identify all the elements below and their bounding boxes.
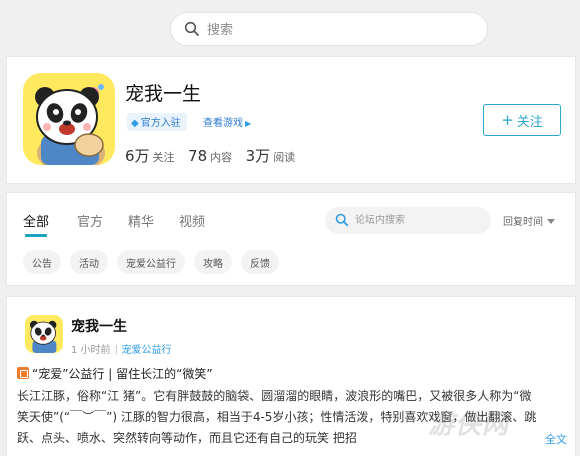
tab-official[interactable]: 官方 — [77, 211, 103, 230]
stat-posts: 78 内容 — [188, 147, 233, 165]
post-author-name[interactable]: 宠我一生 — [71, 316, 127, 336]
search-icon — [335, 213, 349, 227]
post-time: 1 小时前 — [71, 345, 111, 356]
chip-announcement[interactable]: 公告 — [23, 250, 61, 274]
stat-label: 内容 — [210, 151, 233, 164]
stat-label: 关注 — [152, 151, 175, 164]
forum-search-box[interactable] — [325, 207, 491, 234]
stat-value: 6万 — [125, 147, 150, 165]
tab-all[interactable]: 全部 — [23, 211, 49, 230]
stat-followers: 6万 关注 — [125, 147, 175, 165]
profile-card: 宠我一生 ◆ 官方入驻 查看游戏 ▶ 6万 关注 78 内容 3万 阅读 + 关注 — [6, 56, 576, 184]
search-input[interactable] — [207, 19, 467, 41]
sort-label: 回复时间 — [503, 217, 543, 228]
verified-icon: ◆ — [131, 118, 139, 129]
meta-divider — [115, 345, 117, 354]
view-game-label: 查看游戏 — [203, 118, 243, 129]
chip-events[interactable]: 活动 — [70, 250, 108, 274]
post-title[interactable]: “宠爱”公益行 | 留住长江的“微笑” — [17, 365, 213, 382]
play-icon: ▶ — [245, 119, 252, 128]
post-title-text: “宠爱”公益行 | 留住长江的“微笑” — [32, 367, 213, 381]
chip-feedback[interactable]: 反馈 — [241, 250, 279, 274]
tab-video[interactable]: 视频 — [179, 211, 205, 230]
stat-label: 阅读 — [273, 151, 296, 164]
forum-tabs-card: 全部 官方 精华 视频 回复时间 公告 活动 宠爱公益行 攻略 反馈 — [6, 192, 576, 286]
stat-value: 3万 — [245, 147, 271, 165]
panda-avatar — [25, 315, 63, 353]
avatar[interactable] — [23, 73, 115, 165]
forum-search-input[interactable] — [355, 212, 481, 229]
official-badge-label: 官方入驻 — [140, 118, 181, 129]
follow-label: 关注 — [516, 114, 543, 130]
tab-featured[interactable]: 精华 — [128, 211, 154, 230]
panda-avatar — [23, 73, 115, 165]
search-icon — [184, 21, 199, 36]
profile-stats: 6万 关注 78 内容 3万 阅读 — [125, 145, 305, 166]
view-game-link[interactable]: 查看游戏 ▶ — [203, 114, 251, 129]
stat-value: 78 — [188, 147, 208, 165]
search-box[interactable] — [170, 12, 488, 46]
follow-button[interactable]: + 关注 — [483, 104, 561, 136]
post-category-link[interactable]: 宠爱公益行 — [122, 345, 172, 356]
post-tag-icon — [17, 367, 29, 379]
post-author-avatar[interactable] — [25, 315, 63, 353]
chip-guides[interactable]: 攻略 — [194, 250, 232, 274]
official-badge: ◆ 官方入驻 — [127, 113, 187, 131]
active-tab-indicator — [25, 234, 47, 237]
plus-icon: + — [501, 111, 514, 129]
sort-dropdown[interactable]: 回复时间 — [503, 213, 555, 228]
stat-reads: 3万 阅读 — [246, 147, 296, 165]
top-bar — [0, 0, 580, 56]
expand-link[interactable]: 全文 — [543, 431, 567, 447]
chevron-down-icon — [547, 219, 555, 224]
post-meta: 1 小时前 宠爱公益行 — [71, 341, 172, 356]
chip-charity[interactable]: 宠爱公益行 — [117, 250, 185, 274]
watermark: 游侠网 — [428, 410, 510, 440]
category-chips: 公告 活动 宠爱公益行 攻略 反馈 — [23, 250, 288, 274]
profile-name: 宠我一生 — [125, 83, 202, 105]
